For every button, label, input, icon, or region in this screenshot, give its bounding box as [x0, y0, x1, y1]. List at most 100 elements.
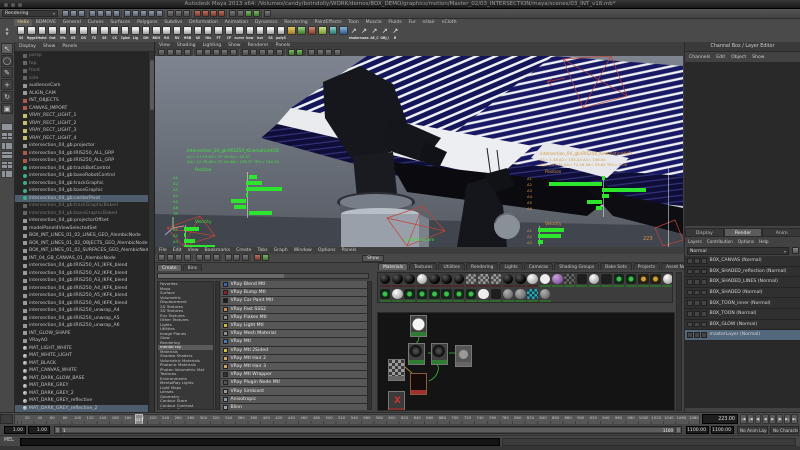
outliner-item[interactable]: intersection_04_gb:IRIS250_A3_IKFK_blend [15, 277, 149, 285]
material-swatch[interactable] [613, 273, 625, 288]
tool-button[interactable]: ✎ [1, 67, 13, 78]
material-swatch[interactable] [600, 273, 612, 288]
shelf-button[interactable] [328, 26, 338, 42]
shelf-tab[interactable]: nCloth [438, 19, 460, 26]
menu-item[interactable]: Help [759, 239, 769, 244]
shelf-button[interactable]: HRB [182, 26, 192, 42]
material-swatch[interactable] [428, 288, 440, 303]
hypershade-toolbar-icon[interactable] [204, 254, 211, 261]
shelf-tab[interactable]: General [59, 19, 84, 26]
outliner-item[interactable]: intersection_04_gb:IRIS250_A6_IKFK_blend [15, 300, 149, 308]
hypershade-toolbar-icon[interactable] [167, 254, 174, 261]
material-swatch[interactable] [477, 288, 489, 303]
shelf-tab[interactable]: Deformation [186, 19, 221, 26]
layout-button[interactable] [1, 132, 13, 140]
outliner-item[interactable]: ALIGN_CAM [15, 90, 149, 98]
renderable-toggle[interactable] [687, 279, 693, 285]
material-swatch[interactable] [527, 273, 539, 288]
outliner-item[interactable]: intersection_04_gb:IRIS250_A4_IKFK_blend [15, 285, 149, 293]
shelf-button[interactable]: SS [16, 26, 26, 42]
status-icon[interactable] [89, 10, 96, 17]
renderable-toggle[interactable] [687, 269, 693, 275]
outliner-item[interactable]: MAT_DARK_GREY_2 [15, 390, 149, 398]
create-node-item[interactable]: VRay Car Paint Mtl [221, 297, 367, 305]
layer-editor-tab[interactable]: Display [685, 228, 724, 237]
menu-item[interactable]: Options [318, 248, 336, 253]
range-handle-left[interactable] [55, 427, 60, 433]
range-handle-right[interactable] [676, 427, 681, 433]
status-icon[interactable] [78, 10, 85, 17]
viewport-toolbar-icon[interactable] [196, 49, 203, 56]
playback-button[interactable]: ◀| [755, 414, 762, 424]
outliner-item[interactable]: MAT_WHITE_LIGHT [15, 352, 149, 360]
hypershade-toolbar-icon[interactable] [184, 254, 191, 261]
layout-button[interactable] [1, 161, 13, 169]
shelf-button[interactable]: BKH [151, 26, 161, 42]
material-swatch[interactable] [502, 273, 514, 288]
status-icon[interactable] [191, 10, 193, 18]
animation-end-field[interactable]: 1100.00 [711, 426, 734, 434]
layer-toggle[interactable] [694, 300, 700, 306]
shelf-tab[interactable]: Curves [84, 19, 107, 26]
status-icon[interactable] [140, 10, 147, 17]
shelf-button[interactable]: GE [68, 26, 78, 42]
create-node-item[interactable]: VRay Flakes Mtl [221, 314, 367, 322]
hypershade-toolbar-icon[interactable] [158, 254, 165, 261]
playback-button[interactable]: ◀ [762, 414, 769, 424]
shelf-button[interactable]: CP [224, 26, 234, 42]
shelf-button[interactable]: Hggsh [26, 26, 36, 42]
material-swatch[interactable] [576, 273, 588, 288]
command-line-input[interactable] [20, 438, 500, 446]
viewport-toolbar-icon[interactable] [267, 49, 274, 56]
material-swatch[interactable] [625, 273, 637, 288]
material-swatch[interactable] [514, 273, 526, 288]
shader-node[interactable] [410, 315, 427, 337]
status-icon[interactable] [202, 10, 209, 17]
shader-node[interactable] [388, 391, 405, 411]
material-swatch[interactable] [502, 288, 514, 303]
material-swatch[interactable] [539, 288, 551, 303]
shelf-button[interactable]: Lig [130, 26, 140, 42]
material-swatch[interactable] [539, 273, 551, 288]
shelf-button[interactable]: AE [193, 26, 203, 42]
material-swatch[interactable] [379, 273, 391, 288]
hypershade-toolbar-icon[interactable] [250, 254, 252, 262]
viewport-toolbar-icon[interactable] [167, 49, 174, 56]
shader-node[interactable] [410, 373, 427, 395]
material-swatch[interactable] [514, 288, 526, 303]
create-node-item[interactable]: VRay Mtl Wrapper [221, 371, 367, 379]
hypershade-toolbar-icon[interactable] [221, 254, 223, 262]
outliner-item[interactable]: intersection_04_gb:IRIS250_unwrap_A5 [15, 315, 149, 323]
outliner-item[interactable]: intersection_04_gb:IRIS250_unwrap_A6 [15, 322, 149, 330]
shelf-tab[interactable]: PaintEffects [311, 19, 345, 26]
shelf-tab[interactable]: Animation [221, 19, 251, 26]
status-icon[interactable] [97, 10, 104, 17]
outliner-item[interactable]: top [15, 60, 149, 68]
outliner-item[interactable]: intersection_04_gb:IRIS250_A1_IKFK_blend [15, 262, 149, 270]
layer-editor-tab[interactable]: Anim [762, 228, 800, 237]
layer-toggle[interactable] [694, 332, 700, 338]
render-layer-row[interactable]: BOX_TOON_inner (Normal) [685, 298, 800, 309]
status-icon[interactable] [237, 10, 244, 17]
title-bar[interactable]: Autodesk Maya 2013 x64: /Volumes/candy/b… [0, 0, 800, 9]
blend-mode-dropdown[interactable]: Normal▾ [687, 247, 789, 255]
command-line-mode-label[interactable]: MEL [4, 438, 14, 443]
status-icon[interactable] [124, 10, 131, 17]
menu-item[interactable]: View [159, 43, 170, 48]
outliner-item[interactable]: CANVAS_IMPORT [15, 105, 149, 113]
range-slider-track[interactable]: 1 1100 [54, 426, 682, 434]
shelf-button[interactable] [317, 26, 327, 42]
status-icon[interactable] [245, 10, 252, 17]
viewport-toolbar-icon[interactable] [250, 49, 257, 56]
outliner-item[interactable]: intersection_04_gb:trackGraphic [15, 180, 149, 188]
layer-swatch[interactable] [701, 258, 707, 264]
render-layer-row[interactable]: BOX_SHADED_LINES (Normal) [685, 277, 800, 288]
status-icon[interactable] [194, 10, 201, 17]
layer-swatch[interactable] [701, 269, 707, 275]
hypershade-tab[interactable]: Cameras [524, 263, 554, 270]
create-node-item[interactable]: VRay Blend Mtl [221, 281, 367, 289]
material-swatch[interactable] [404, 288, 416, 303]
render-layer-row[interactable]: BOX_GLOW (Normal) [685, 320, 800, 331]
create-node-item[interactable]: Blinn [221, 404, 367, 410]
outliner-item[interactable]: intersection_04_gb:projectorOffset [15, 217, 149, 225]
